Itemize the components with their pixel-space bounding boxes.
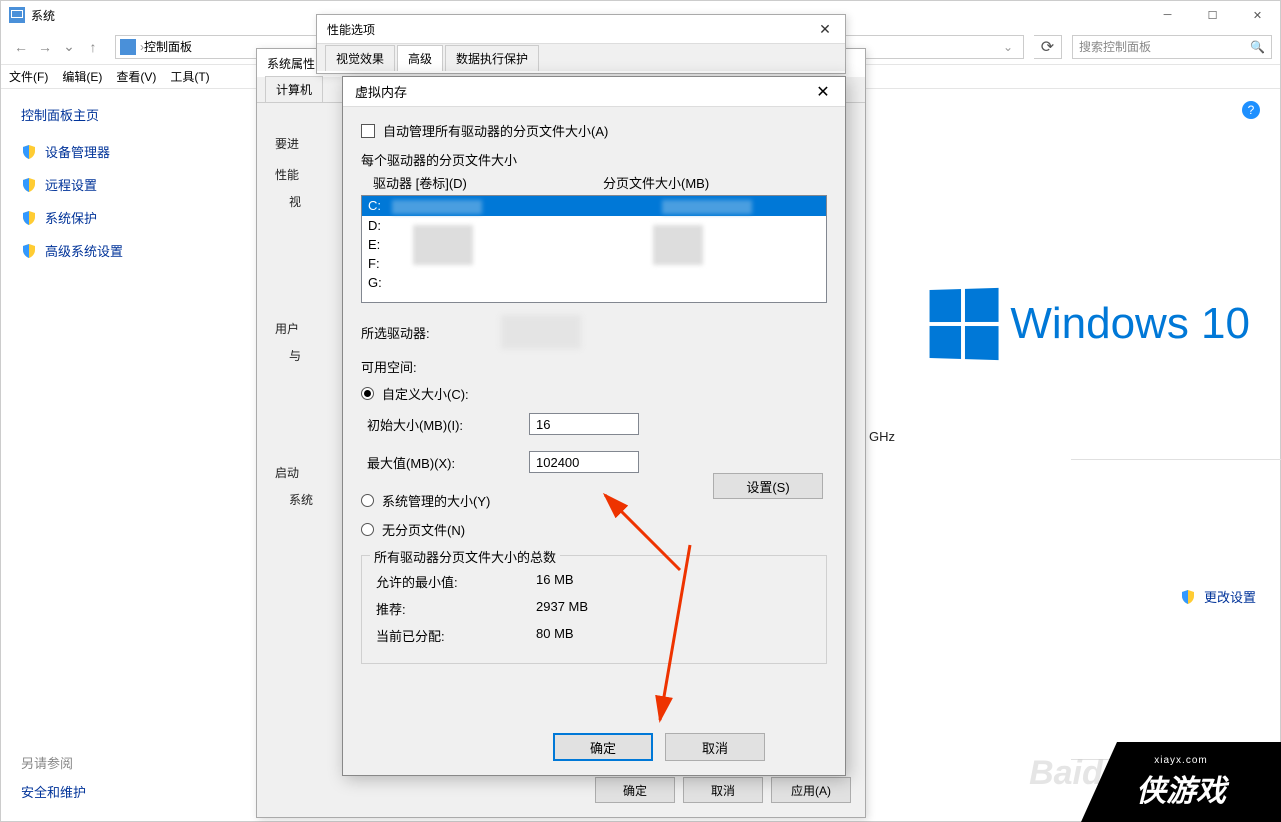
col-size-label: 分页文件大小(MB)	[603, 173, 709, 192]
set-button[interactable]: 设置(S)	[713, 473, 823, 499]
up-button[interactable]: ↑	[81, 39, 105, 55]
help-icon[interactable]: ?	[1242, 101, 1260, 119]
drive-row-e[interactable]: E:	[362, 235, 826, 254]
initial-size-label: 初始大小(MB)(I):	[367, 415, 529, 434]
computer-icon	[120, 39, 136, 55]
blurred-value	[501, 315, 581, 349]
perf-tab-advanced[interactable]: 高级	[397, 45, 443, 71]
sidebar-head[interactable]: 控制面板主页	[21, 105, 181, 124]
close-button[interactable]: ✕	[1235, 1, 1280, 29]
drive-list[interactable]: C: D: E: F: G:	[361, 195, 827, 303]
vm-ok-button[interactable]: 确定	[553, 733, 653, 761]
free-space-label: 可用空间:	[361, 357, 501, 376]
windows10-text: Windows 10	[1010, 299, 1250, 349]
maximize-button[interactable]: ☐	[1190, 1, 1235, 29]
shield-icon	[21, 210, 37, 226]
perf-tabs: 视觉效果 高级 数据执行保护	[317, 43, 845, 71]
shield-icon	[21, 177, 37, 193]
menu-tools[interactable]: 工具(T)	[170, 68, 219, 85]
sysprop-tab-computer[interactable]: 计算机	[265, 76, 323, 102]
back-button[interactable]: ←	[9, 39, 33, 55]
virtual-memory-dialog: 虚拟内存 ✕ 自动管理所有驱动器的分页文件大小(A) 每个驱动器的分页文件大小 …	[342, 76, 846, 776]
recommended-value: 2937 MB	[536, 599, 588, 618]
menu-view[interactable]: 查看(V)	[116, 68, 166, 85]
shield-icon	[21, 144, 37, 160]
menu-edit[interactable]: 编辑(E)	[62, 68, 112, 85]
change-settings-link[interactable]: 更改设置	[1180, 587, 1256, 606]
forward-button[interactable]: →	[33, 39, 57, 55]
search-placeholder: 搜索控制面板	[1079, 38, 1250, 55]
selected-drive-label: 所选驱动器:	[361, 323, 501, 342]
refresh-button[interactable]: ⟳	[1034, 35, 1062, 59]
min-allowed-label: 允许的最小值:	[376, 572, 536, 591]
drive-row-g[interactable]: G:	[362, 273, 826, 292]
history-dropdown[interactable]: ⌄	[57, 38, 81, 55]
radio-none[interactable]	[361, 523, 374, 536]
auto-manage-label: 自动管理所有驱动器的分页文件大小(A)	[383, 121, 608, 140]
address-dropdown[interactable]: ⌄	[997, 40, 1019, 54]
perf-close-button[interactable]: ✕	[805, 15, 845, 43]
windows10-logo: Windows 10	[928, 289, 1250, 359]
vm-close-button[interactable]: ✕	[801, 77, 845, 107]
security-maintenance-link[interactable]: 安全和维护	[21, 782, 86, 801]
sysprop-apply-button[interactable]: 应用(A)	[771, 777, 851, 803]
current-label: 当前已分配:	[376, 626, 536, 645]
sidebar-item-advanced[interactable]: 高级系统设置	[21, 241, 181, 260]
menu-file[interactable]: 文件(F)	[9, 68, 58, 85]
radio-none-label: 无分页文件(N)	[382, 520, 465, 539]
system-icon	[9, 7, 25, 23]
performance-options-dialog: 性能选项 ✕ 视觉效果 高级 数据执行保护	[316, 14, 846, 74]
auto-manage-checkbox[interactable]	[361, 124, 375, 138]
divider	[1071, 459, 1281, 460]
per-drive-label: 每个驱动器的分页文件大小	[361, 150, 827, 169]
radio-system-label: 系统管理的大小(Y)	[382, 491, 490, 510]
cp-see-also: 另请参阅 安全和维护	[21, 753, 86, 801]
radio-custom-label: 自定义大小(C):	[382, 384, 469, 403]
totals-label: 所有驱动器分页文件大小的总数	[370, 547, 560, 566]
current-value: 80 MB	[536, 626, 574, 645]
ghz-label: GHz	[869, 429, 895, 444]
vm-title: 虚拟内存	[343, 77, 845, 107]
vm-cancel-button[interactable]: 取消	[665, 733, 765, 761]
radio-system[interactable]	[361, 494, 374, 507]
min-allowed-value: 16 MB	[536, 572, 574, 591]
perf-tab-dep[interactable]: 数据执行保护	[445, 45, 539, 71]
radio-none-row[interactable]: 无分页文件(N)	[361, 520, 827, 539]
cp-title: 系统	[31, 7, 55, 24]
max-size-input[interactable]	[529, 451, 639, 473]
shield-icon	[21, 243, 37, 259]
windows-logo-icon	[930, 288, 999, 360]
recommended-label: 推荐:	[376, 599, 536, 618]
search-icon: 🔍	[1250, 40, 1265, 54]
search-input[interactable]: 搜索控制面板 🔍	[1072, 35, 1272, 59]
radio-custom[interactable]	[361, 387, 374, 400]
minimize-button[interactable]: ─	[1145, 1, 1190, 29]
perf-title: 性能选项	[317, 15, 845, 43]
sidebar-item-protection[interactable]: 系统保护	[21, 208, 181, 227]
radio-custom-row[interactable]: 自定义大小(C):	[361, 384, 827, 403]
auto-manage-row[interactable]: 自动管理所有驱动器的分页文件大小(A)	[361, 121, 827, 140]
col-drive-label: 驱动器 [卷标](D)	[373, 173, 603, 192]
sidebar-item-remote[interactable]: 远程设置	[21, 175, 181, 194]
shield-icon	[1180, 589, 1196, 605]
max-size-label: 最大值(MB)(X):	[367, 453, 529, 472]
sysprop-ok-button[interactable]: 确定	[595, 777, 675, 803]
drive-row-c[interactable]: C:	[362, 196, 826, 216]
initial-size-input[interactable]	[529, 413, 639, 435]
see-also-head: 另请参阅	[21, 753, 86, 772]
sidebar-item-device-manager[interactable]: 设备管理器	[21, 142, 181, 161]
totals-group: 所有驱动器分页文件大小的总数 允许的最小值:16 MB 推荐:2937 MB 当…	[361, 555, 827, 664]
cp-sidebar: 控制面板主页 设备管理器 远程设置 系统保护 高级系统设置	[1, 89, 201, 817]
sysprop-cancel-button[interactable]: 取消	[683, 777, 763, 803]
perf-tab-visual[interactable]: 视觉效果	[325, 45, 395, 71]
